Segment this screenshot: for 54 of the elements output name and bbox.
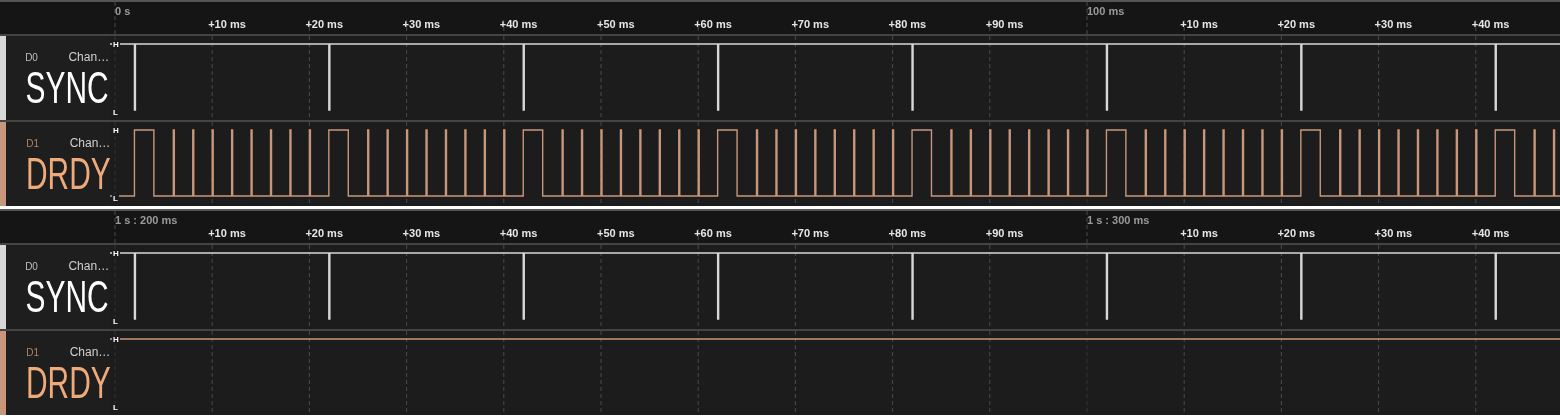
channel-id: D1 [26,138,40,149]
time-tick-label: +10 ms [1180,18,1218,30]
time-tick-label: +20 ms [305,18,343,30]
time-tick-label: +40 ms [499,227,538,239]
time-tick-label: +40 ms [1471,18,1510,30]
high-marker: H [112,126,120,135]
channel-name: Chan… [69,345,111,359]
time-tick-label: +70 ms [791,18,829,30]
time-tick-label: +50 ms [597,227,635,239]
low-marker: L [112,194,119,203]
channel-label-panel[interactable]: D0 Chan… SYNC [0,36,110,120]
time-tick-label: +40 ms [499,18,538,30]
time-tick-label: +80 ms [888,18,927,30]
low-marker: L [112,317,119,326]
time-tick-label: +90 ms [985,18,1024,30]
channel-name: Chan… [68,259,110,273]
channel-label: SYNC [25,275,109,319]
time-tick-label: +10 ms [208,227,246,239]
time-tick-label: +10 ms [208,18,246,30]
channel-label-panel[interactable]: D1 Chan… DRDY [0,122,110,206]
low-marker: L [112,108,119,117]
low-marker: L [112,403,119,412]
channel-id: D0 [25,261,38,272]
channel-label-panel[interactable]: D0 Chan… SYNC [0,245,110,329]
time-tick-label: +30 ms [1374,227,1413,239]
time-tick-label: +50 ms [597,18,635,30]
time-tick-label: +90 ms [985,227,1024,239]
channel-id: D1 [26,347,40,358]
time-tick-label: +20 ms [305,227,343,239]
high-marker: H [112,335,120,344]
high-marker: H [112,249,120,258]
time-tick-label: +20 ms [1277,18,1315,30]
channel-id: D0 [25,52,38,63]
time-tick-label: +70 ms [791,227,829,239]
time-tick-label: +30 ms [402,18,441,30]
time-tick-label: +40 ms [1471,227,1510,239]
time-tick-label: 100 ms [1087,5,1125,17]
time-tick-label: +60 ms [694,227,732,239]
time-tick-label: 1 s : 300 ms [1087,214,1150,226]
channel-label: SYNC [25,66,109,110]
time-tick-label: +30 ms [1374,18,1413,30]
channel-name: Chan… [69,136,111,150]
time-tick-label: +10 ms [1180,227,1218,239]
time-tick-label: +30 ms [402,227,441,239]
channel-name: Chan… [68,50,110,64]
time-tick-label: 0 s [115,5,131,17]
time-tick-label: +80 ms [888,227,927,239]
time-tick-label: +60 ms [694,18,732,30]
high-marker: H [112,40,120,49]
channel-label: DRDY [25,152,111,196]
time-tick-label: +20 ms [1277,227,1315,239]
time-tick-label: 1 s : 200 ms [115,214,178,226]
channel-label-panel[interactable]: D1 Chan… DRDY [0,331,110,415]
channel-label: DRDY [25,361,111,405]
